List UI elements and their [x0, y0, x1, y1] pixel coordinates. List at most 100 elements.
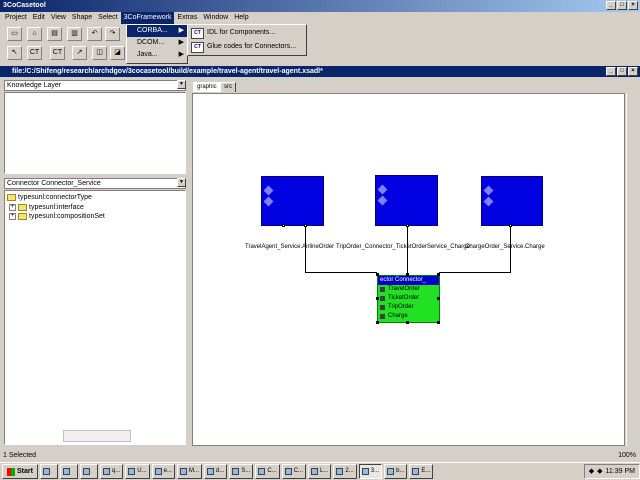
- selection-handle[interactable]: [437, 297, 440, 300]
- tab-graphic[interactable]: graphic: [193, 82, 221, 92]
- connector-tool-icon[interactable]: CT: [50, 46, 65, 60]
- taskbar-button[interactable]: 2...: [333, 464, 357, 479]
- connector-role[interactable]: TravelOrder: [378, 285, 439, 294]
- new-file-icon[interactable]: ▭: [7, 27, 22, 41]
- selection-handle[interactable]: [437, 273, 440, 276]
- taskbar-button[interactable]: M...: [176, 464, 202, 479]
- menu-item-dcom[interactable]: DCOM... ▶: [127, 37, 187, 49]
- taskbar-button[interactable]: L...: [308, 464, 332, 479]
- status-text: 1 Selected: [3, 452, 37, 459]
- app-icon: [102, 468, 110, 475]
- selection-handle[interactable]: [376, 273, 379, 276]
- role-tool-icon[interactable]: ◪: [110, 46, 125, 60]
- chevron-down-icon[interactable]: ▼: [177, 80, 186, 89]
- menu-3coframework[interactable]: 3CoFramework: [120, 12, 175, 24]
- taskbar: Start q... U... e... M... d... S... C...…: [0, 462, 640, 480]
- tray-icon[interactable]: ◆: [589, 465, 594, 478]
- selection-handle[interactable]: [376, 297, 379, 300]
- taskbar-button[interactable]: d...: [203, 464, 228, 479]
- app-icon: [154, 468, 162, 475]
- taskbar-button[interactable]: e...: [151, 464, 175, 479]
- menu-view[interactable]: View: [48, 12, 69, 24]
- app-icon: [311, 468, 319, 475]
- tree-item[interactable]: typesunl:connectorType: [7, 193, 92, 202]
- quicklaunch-button[interactable]: [39, 464, 58, 479]
- selection-handle[interactable]: [376, 321, 379, 324]
- maximize-button[interactable]: □: [617, 1, 627, 10]
- selection-handle[interactable]: [406, 273, 409, 276]
- close-button[interactable]: ×: [628, 1, 638, 10]
- port-handle[interactable]: [282, 224, 285, 227]
- tab-src[interactable]: src: [220, 82, 236, 92]
- menu-window[interactable]: Window: [200, 12, 231, 24]
- menu-item-corba[interactable]: CORBA... ▶: [127, 25, 187, 37]
- menu-project[interactable]: Project: [2, 12, 30, 24]
- connector-role[interactable]: TicketOrder: [378, 294, 439, 303]
- expand-icon[interactable]: +: [9, 213, 16, 220]
- connector-title: ector Connector_: [378, 276, 439, 285]
- taskbar-button[interactable]: [79, 464, 98, 479]
- taskbar-button-active[interactable]: 3...: [358, 464, 383, 479]
- menu-item-idl-components[interactable]: CT IDL for Components...: [188, 26, 306, 40]
- save-icon[interactable]: ▤: [47, 27, 62, 41]
- taskbar-button[interactable]: C...: [255, 464, 280, 479]
- selection-handle[interactable]: [406, 321, 409, 324]
- app-icon: [62, 468, 70, 475]
- taskbar-button[interactable]: q...: [99, 464, 124, 479]
- app-icon: [232, 468, 240, 475]
- app-icon: [361, 468, 369, 475]
- taskbar-button[interactable]: S...: [229, 464, 254, 479]
- chevron-down-icon[interactable]: ▼: [177, 178, 186, 187]
- menu-help[interactable]: Help: [231, 12, 251, 24]
- menu-extras[interactable]: Extras: [174, 12, 200, 24]
- component-tool-icon[interactable]: CT: [27, 46, 42, 60]
- open-file-icon[interactable]: ⌂: [27, 27, 42, 41]
- taskbar-button[interactable]: U...: [125, 464, 150, 479]
- doc-maximize-button[interactable]: □: [617, 67, 627, 76]
- connector-role[interactable]: TripOrder: [378, 303, 439, 312]
- selection-handle[interactable]: [437, 321, 440, 324]
- app-icon: [284, 468, 292, 475]
- doc-close-button[interactable]: ×: [628, 67, 638, 76]
- doc-minimize-button[interactable]: _: [606, 67, 616, 76]
- system-tray: ◆ ◆ 11:39 PM: [583, 464, 640, 479]
- diagram-canvas[interactable]: TravelAgent_Service.AirlineOrder TripOrd…: [192, 93, 625, 446]
- redo-icon[interactable]: ↷: [105, 27, 120, 41]
- taskbar-button[interactable]: E...: [409, 464, 434, 479]
- tree-item[interactable]: + typesunl:interface: [9, 203, 84, 212]
- folder-icon: [18, 213, 27, 220]
- component-charge-order[interactable]: [481, 176, 543, 226]
- undo-icon[interactable]: ↶: [87, 27, 102, 41]
- connector-service-box[interactable]: ector Connector_ TravelOrder TicketOrder…: [377, 275, 440, 323]
- quicklaunch-button[interactable]: [59, 464, 78, 479]
- connector-role[interactable]: Charge: [378, 312, 439, 321]
- clock: 11:39 PM: [605, 468, 635, 475]
- menu-item-java[interactable]: Java... ▶: [127, 49, 187, 61]
- menu-edit[interactable]: Edit: [30, 12, 48, 24]
- component-ticket-order[interactable]: [375, 175, 438, 226]
- expand-icon[interactable]: +: [9, 204, 16, 211]
- app-icon: [179, 468, 187, 475]
- app-icon: [336, 468, 344, 475]
- link-tool-icon[interactable]: ↗: [72, 46, 87, 60]
- component-travel-agent[interactable]: [261, 176, 324, 226]
- vertical-scrollbar[interactable]: [626, 93, 636, 446]
- port-tool-icon[interactable]: ◫: [92, 46, 107, 60]
- taskbar-button[interactable]: b...: [384, 464, 408, 479]
- tray-icon[interactable]: ◆: [597, 465, 602, 478]
- tree-item[interactable]: + typesunl:compositionSet: [9, 212, 105, 221]
- select-pointer-icon[interactable]: ↖: [7, 46, 22, 60]
- port-icon: [377, 184, 388, 195]
- connector-combo[interactable]: Connector Connector_Service ▼: [4, 178, 186, 189]
- knowledge-layer-combo[interactable]: Knowledge Layer ▼: [4, 80, 186, 91]
- start-button[interactable]: Start: [2, 464, 38, 479]
- taskbar-button[interactable]: C...: [281, 464, 307, 479]
- print-icon[interactable]: ▥: [67, 27, 82, 41]
- menu-shape[interactable]: Shape: [69, 12, 95, 24]
- menu-item-glue-codes[interactable]: CT Glue codes for Connectors...: [188, 40, 306, 54]
- minimize-button[interactable]: _: [606, 1, 616, 10]
- corba-submenu: CT IDL for Components... CT Glue codes f…: [187, 24, 307, 56]
- knowledge-list[interactable]: [4, 92, 186, 174]
- menu-select[interactable]: Select: [95, 12, 120, 24]
- tree-input-field[interactable]: [63, 430, 131, 442]
